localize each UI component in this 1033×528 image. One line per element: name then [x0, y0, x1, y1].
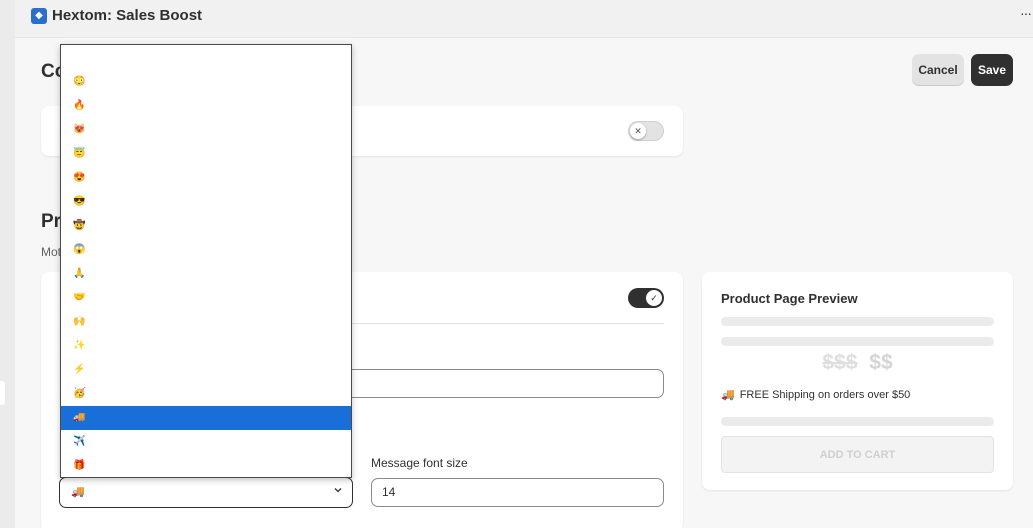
- dropdown-option[interactable]: [61, 46, 351, 70]
- icon-dropdown-list[interactable]: 😳 🔥 😻 😇 😍 😎 🤠 😱 🙏 🤝 🙌 ✨ ⚡ 🥳 🚚 ✈️ 🎁: [60, 44, 352, 478]
- dropdown-option[interactable]: 😻: [61, 118, 351, 142]
- preview-shipping-text: FREE Shipping on orders over $50: [739, 389, 911, 401]
- dropdown-option[interactable]: 😳: [61, 70, 351, 94]
- dropdown-option[interactable]: 😱: [61, 238, 351, 262]
- app-logo-icon: ◆: [31, 8, 47, 24]
- app-title-bar: ◆ Hextom: Sales Boost ···: [15, 0, 1033, 38]
- dropdown-option[interactable]: 😇: [61, 142, 351, 166]
- preview-add-to-cart-button: ADD TO CART: [721, 436, 994, 473]
- dropdown-option[interactable]: 🤠: [61, 214, 351, 238]
- dropdown-option[interactable]: 🥳: [61, 382, 351, 406]
- preview-new-price: $$: [869, 351, 893, 374]
- dropdown-option[interactable]: ⚡: [61, 358, 351, 382]
- message-font-size-input[interactable]: 14: [371, 478, 664, 507]
- dropdown-option[interactable]: 🙌: [61, 310, 351, 334]
- product-section-description: Mot: [41, 245, 62, 259]
- product-section-title: Pr: [41, 211, 62, 232]
- dropdown-option[interactable]: ✈️: [61, 430, 351, 454]
- dropdown-option[interactable]: 🙏: [61, 262, 351, 286]
- dropdown-option[interactable]: ✨: [61, 334, 351, 358]
- dropdown-option[interactable]: 🔥: [61, 94, 351, 118]
- icon-select-value: 🚚: [71, 486, 85, 498]
- more-options-icon[interactable]: ···: [1020, 5, 1032, 21]
- product-page-preview-card: Product Page Preview $$$ $$ 🚚 FREE Shippi…: [702, 272, 1013, 490]
- dropdown-option[interactable]: 😍: [61, 166, 351, 190]
- toggle-x-icon: ✕: [630, 123, 646, 139]
- dropdown-option[interactable]: 🚚: [61, 406, 351, 430]
- sidebar-handle[interactable]: [0, 381, 5, 405]
- preview-old-price: $$$: [822, 351, 858, 374]
- enable-toggle-off[interactable]: ✕: [628, 121, 664, 141]
- dropdown-option[interactable]: 🤝: [61, 286, 351, 310]
- preview-title: Product Page Preview: [721, 291, 858, 306]
- chevron-down-icon: [334, 488, 342, 493]
- message-text-input[interactable]: [321, 369, 664, 398]
- message-font-size-label: Message font size: [371, 456, 468, 470]
- left-sidebar-strip: [0, 0, 15, 528]
- save-button[interactable]: Save: [971, 54, 1013, 86]
- app-title: Hextom: Sales Boost: [52, 7, 203, 24]
- preview-shipping-message: 🚚 FREE Shipping on orders over $50: [721, 388, 910, 401]
- toggle-check-icon: ✓: [646, 290, 662, 306]
- dropdown-option[interactable]: 🎁: [61, 454, 351, 477]
- enable-toggle-on[interactable]: ✓: [628, 288, 664, 308]
- preview-placeholder-line: [721, 317, 994, 326]
- preview-placeholder-line: [721, 337, 994, 346]
- preview-placeholder-line: [721, 417, 994, 426]
- dropdown-option[interactable]: 😎: [61, 190, 351, 214]
- icon-select[interactable]: 🚚: [59, 477, 353, 508]
- cancel-button[interactable]: Cancel: [912, 54, 964, 86]
- preview-price: $$$ $$: [702, 351, 1013, 375]
- truck-icon: 🚚: [721, 389, 735, 401]
